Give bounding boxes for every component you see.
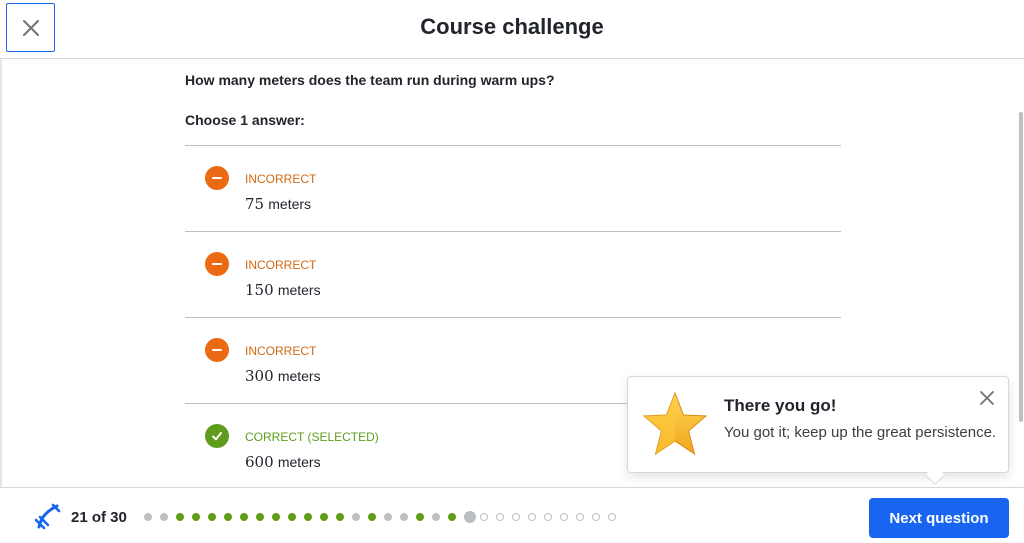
- popup-close-button[interactable]: [978, 389, 996, 407]
- progress-dot-gray: [352, 513, 360, 521]
- progress-dot-green: [224, 513, 232, 521]
- answer-unit: meters: [277, 282, 321, 298]
- answer-status: INCORRECT: [245, 258, 317, 272]
- answer-value: 300: [245, 367, 274, 385]
- progress-dot-green: [320, 513, 328, 521]
- answer-text: 300 meters: [245, 367, 321, 385]
- header-bar: Course challenge: [0, 0, 1024, 59]
- answer-unit: meters: [277, 454, 321, 470]
- progress-dot-empty: [560, 513, 568, 521]
- progress-dot-empty: [512, 513, 520, 521]
- left-edge-divider: [0, 59, 2, 487]
- progress-dot-green: [448, 513, 456, 521]
- answer-text: 75 meters: [245, 195, 311, 213]
- answer-option[interactable]: INCORRECT 75 meters: [185, 146, 841, 232]
- answer-text: 600 meters: [245, 453, 321, 471]
- answer-option[interactable]: INCORRECT 150 meters: [185, 232, 841, 318]
- answer-value: 150: [245, 281, 274, 299]
- feedback-popup: There you go! You got it; keep up the gr…: [627, 376, 1009, 485]
- progress-dot-green: [176, 513, 184, 521]
- answer-status: INCORRECT: [245, 172, 317, 186]
- progress-dot-green: [288, 513, 296, 521]
- answer-unit: meters: [268, 196, 312, 212]
- progress-dot-current: [464, 511, 476, 523]
- footer-bar: 21 of 30 Next question: [0, 487, 1024, 543]
- progress-dot-green: [368, 513, 376, 521]
- scrollbar[interactable]: [1019, 112, 1023, 422]
- progress-dot-gray: [400, 513, 408, 521]
- progress-dot-empty: [592, 513, 600, 521]
- progress-dot-gray: [432, 513, 440, 521]
- progress-dot-empty: [544, 513, 552, 521]
- answer-status: INCORRECT: [245, 344, 317, 358]
- answer-unit: meters: [277, 368, 321, 384]
- close-icon: [980, 391, 994, 405]
- question-prompt: How many meters does the team run during…: [185, 72, 555, 88]
- progress-label: 21 of 30: [71, 509, 127, 526]
- progress-dot-green: [256, 513, 264, 521]
- answer-text: 150 meters: [245, 281, 321, 299]
- progress-dot-empty: [480, 513, 488, 521]
- answer-value: 75: [245, 195, 265, 213]
- minus-circle-icon: [205, 338, 229, 362]
- answer-status: CORRECT (SELECTED): [245, 430, 379, 444]
- mastery-challenge-icon: [34, 503, 61, 530]
- popup-message: You got it; keep up the great persistenc…: [724, 424, 997, 441]
- progress-dot-gray: [144, 513, 152, 521]
- next-question-button[interactable]: Next question: [869, 498, 1009, 538]
- progress-dot-gray: [160, 513, 168, 521]
- progress-dot-green: [240, 513, 248, 521]
- minus-circle-icon: [205, 252, 229, 276]
- progress-dot-green: [272, 513, 280, 521]
- progress-dot-empty: [576, 513, 584, 521]
- progress-dot-green: [208, 513, 216, 521]
- popup-pointer: [925, 465, 945, 485]
- progress-dot-empty: [608, 513, 616, 521]
- progress-dot-empty: [528, 513, 536, 521]
- progress-dot-green: [416, 513, 424, 521]
- progress-dot-green: [304, 513, 312, 521]
- popup-title: There you go!: [724, 396, 837, 415]
- answer-value: 600: [245, 453, 274, 471]
- progress-dot-empty: [496, 513, 504, 521]
- answer-instruction: Choose 1 answer:: [185, 112, 305, 128]
- progress-dot-green: [336, 513, 344, 521]
- minus-circle-icon: [205, 166, 229, 190]
- star-icon: [642, 391, 708, 456]
- page-title: Course challenge: [420, 14, 604, 39]
- check-circle-icon: [205, 424, 229, 448]
- progress-dot-gray: [384, 513, 392, 521]
- progress-dot-green: [192, 513, 200, 521]
